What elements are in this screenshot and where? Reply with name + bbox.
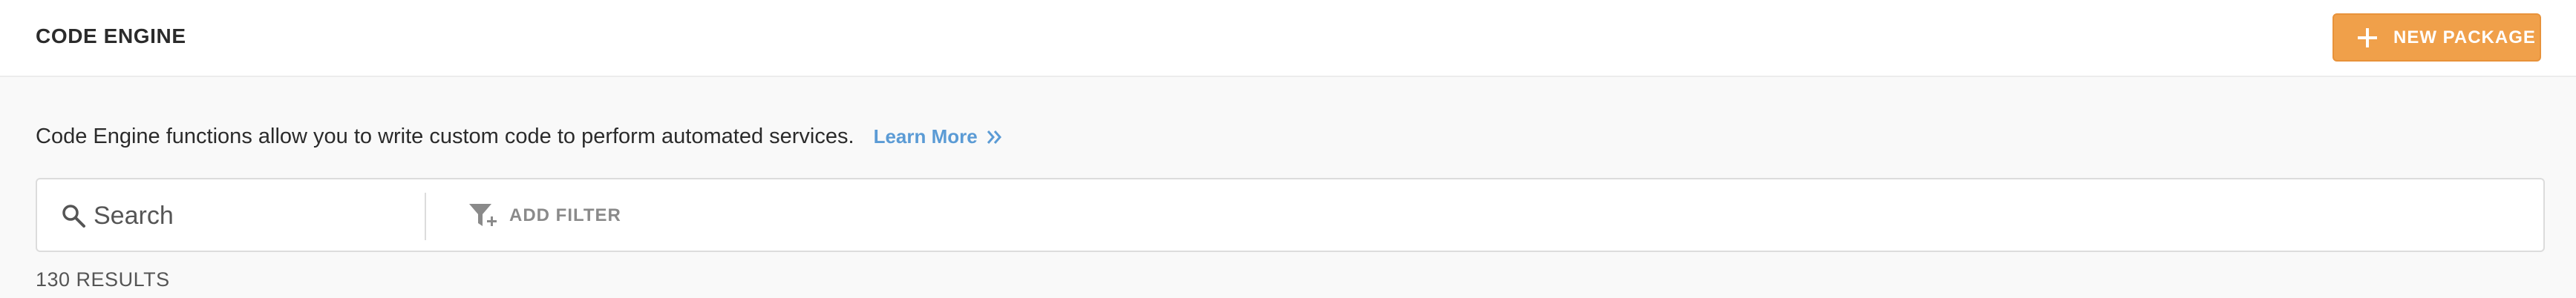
search-input[interactable] (94, 199, 405, 233)
add-filter-label: ADD FILTER (509, 205, 621, 225)
new-package-button[interactable]: NEW PACKAGE (2333, 13, 2541, 62)
double-chevron-right-icon (987, 130, 1001, 144)
add-filter-button[interactable]: ADD FILTER (468, 202, 621, 230)
search-icon (62, 205, 85, 228)
results-count: 130 RESULTS (36, 268, 170, 291)
learn-more-label: Learn More (873, 125, 978, 148)
filter-add-icon (469, 204, 497, 226)
intro-description: Code Engine functions allow you to write… (36, 125, 854, 148)
search-divider (425, 193, 426, 240)
new-package-label: NEW PACKAGE (2393, 27, 2536, 47)
plus-icon (2358, 27, 2377, 47)
page-header: CODE ENGINE NEW PACKAGE (0, 0, 2576, 77)
learn-more-link[interactable]: Learn More (874, 125, 1004, 148)
search-filter-panel: ADD FILTER (36, 178, 2545, 252)
page-title: CODE ENGINE (36, 24, 186, 47)
intro-text-row: Code Engine functions allow you to write… (36, 125, 1004, 149)
